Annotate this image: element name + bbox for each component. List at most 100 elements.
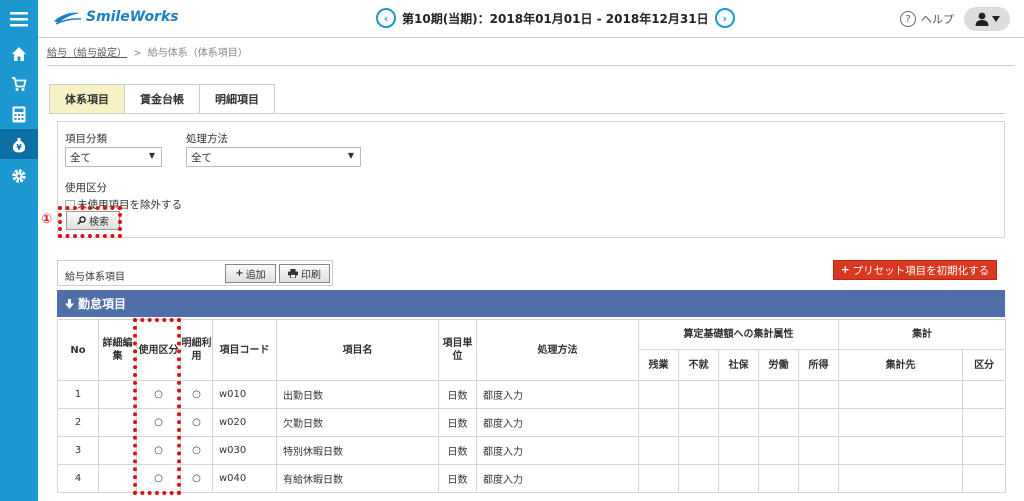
row-cell <box>838 464 964 493</box>
list-header: 給与体系項目 + 追加 印刷 <box>57 260 333 286</box>
print-button[interactable]: 印刷 <box>279 264 330 283</box>
user-icon <box>975 12 988 26</box>
breadcrumb: 給与（給与設定） > 給与体系（体系項目） <box>47 44 248 59</box>
row-cell <box>678 436 719 465</box>
row-cell <box>962 408 1007 437</box>
row-cell <box>638 380 679 409</box>
top-header: SmileWorks ‹ 第10期(当期)：2018年01月01日 - 2018… <box>38 0 1024 38</box>
tab-wage-ledger[interactable]: 賃金台帳 <box>124 84 200 113</box>
row-cell <box>758 464 799 493</box>
tab-bar: 体系項目 賃金台帳 明細項目 <box>49 84 275 113</box>
row-detail-use: ○ <box>180 464 213 493</box>
category-title: 勤怠項目 <box>78 297 127 311</box>
row-cell <box>718 464 759 493</box>
plus-icon: + <box>840 264 850 276</box>
add-button[interactable]: + 追加 <box>225 264 276 283</box>
col-total-dest: 集計先 <box>838 349 964 381</box>
row-no: 1 <box>57 380 99 409</box>
item-category-select[interactable]: 全て ▼ <box>65 147 162 167</box>
printer-icon <box>288 269 298 278</box>
breadcrumb-divider <box>47 65 1015 66</box>
row-edit-cell[interactable] <box>98 408 137 437</box>
col-no: No <box>57 319 99 381</box>
row-cell <box>718 436 759 465</box>
row-method: 都度入力 <box>476 436 639 465</box>
caret-down-icon <box>991 16 1000 22</box>
row-cell <box>678 380 719 409</box>
row-code-link[interactable]: w010 <box>212 380 277 409</box>
row-no: 2 <box>57 408 99 437</box>
select-caret-icon: ▼ <box>148 151 155 160</box>
table-row[interactable]: 1 ○ ○ w010 出勤日数 日数 都度入力 <box>57 380 1007 409</box>
col-code: 項目コード <box>212 319 277 381</box>
fiscal-period: ‹ 第10期(当期)：2018年01月01日 - 2018年12月31日 › <box>376 8 735 28</box>
category-bar[interactable]: 勤怠項目 <box>57 290 1005 317</box>
row-cell <box>638 464 679 493</box>
breadcrumb-parent-link[interactable]: 給与（給与設定） <box>47 48 127 59</box>
row-name: 有給休暇日数 <box>276 464 439 493</box>
period-text: 第10期(当期)：2018年01月01日 - 2018年12月31日 <box>402 11 709 26</box>
row-cell <box>678 464 719 493</box>
row-code-link[interactable]: w020 <box>212 408 277 437</box>
help-link[interactable]: ? ヘルプ <box>900 11 954 27</box>
row-no: 3 <box>57 436 99 465</box>
question-icon: ? <box>900 11 916 27</box>
processing-select[interactable]: 全て ▼ <box>186 147 361 167</box>
row-name: 欠勤日数 <box>276 408 439 437</box>
col-total-kind: 区分 <box>962 349 1007 381</box>
tab-system-items[interactable]: 体系項目 <box>49 84 125 113</box>
row-unit: 日数 <box>438 464 477 493</box>
menu-icon[interactable] <box>0 4 38 34</box>
chevron-right-icon: › <box>722 11 727 25</box>
row-method: 都度入力 <box>476 408 639 437</box>
table-header-row: No 詳細編集 使用区分 明細利用 項目コード 項目名 項目単位 処理方法 算定… <box>57 319 1007 381</box>
row-code-link[interactable]: w040 <box>212 464 277 493</box>
usage-column-highlight-box <box>133 318 181 495</box>
col-name: 項目名 <box>276 319 439 381</box>
plus-icon: + <box>235 268 244 279</box>
sidebar: ¥ <box>0 0 38 501</box>
row-cell <box>718 380 759 409</box>
table-row[interactable]: 2 ○ ○ w020 欠勤日数 日数 都度入力 <box>57 408 1007 437</box>
row-name: 特別休暇日数 <box>276 436 439 465</box>
row-edit-cell[interactable] <box>98 380 137 409</box>
user-menu-button[interactable] <box>964 7 1010 31</box>
chevron-left-icon: ‹ <box>383 11 389 25</box>
col-method: 処理方法 <box>476 319 639 381</box>
col-total-group: 集計 <box>838 319 1007 350</box>
cart-icon[interactable] <box>0 69 38 99</box>
item-category-value: 全て <box>70 151 91 164</box>
tab-divider <box>49 113 1005 114</box>
table-row[interactable]: 4 ○ ○ w040 有給休暇日数 日数 都度入力 <box>57 464 1007 493</box>
row-edit-cell[interactable] <box>98 464 137 493</box>
gear-icon[interactable] <box>0 161 38 191</box>
prev-period-button[interactable]: ‹ <box>376 8 396 28</box>
home-icon[interactable] <box>0 39 38 69</box>
row-cell <box>838 436 964 465</box>
row-method: 都度入力 <box>476 380 639 409</box>
row-unit: 日数 <box>438 436 477 465</box>
table-row[interactable]: 3 ○ ○ w030 特別休暇日数 日数 都度入力 <box>57 436 1007 465</box>
item-category-label: 項目分類 <box>65 133 107 145</box>
col-unit: 項目単位 <box>438 319 477 381</box>
payroll-icon[interactable]: ¥ <box>0 129 38 159</box>
col-absence: 不就 <box>678 349 719 381</box>
row-cell <box>638 408 679 437</box>
row-detail-use: ○ <box>180 436 213 465</box>
processing-label: 処理方法 <box>186 133 228 145</box>
tab-statement-items[interactable]: 明細項目 <box>199 84 275 113</box>
row-cell <box>758 436 799 465</box>
reset-preset-button[interactable]: + プリセット項目を初期化する <box>833 260 997 280</box>
row-detail-use: ○ <box>180 380 213 409</box>
smileworks-logo[interactable]: SmileWorks <box>52 9 179 25</box>
reset-preset-label: プリセット項目を初期化する <box>852 264 990 277</box>
row-edit-cell[interactable] <box>98 436 137 465</box>
col-edit: 詳細編集 <box>98 319 137 381</box>
logo-text: SmileWorks <box>86 9 179 25</box>
next-period-button[interactable]: › <box>714 8 735 28</box>
row-code-link[interactable]: w030 <box>212 436 277 465</box>
add-label: 追加 <box>245 270 266 281</box>
calculator-icon[interactable] <box>0 99 38 129</box>
row-unit: 日数 <box>438 380 477 409</box>
row-unit: 日数 <box>438 408 477 437</box>
